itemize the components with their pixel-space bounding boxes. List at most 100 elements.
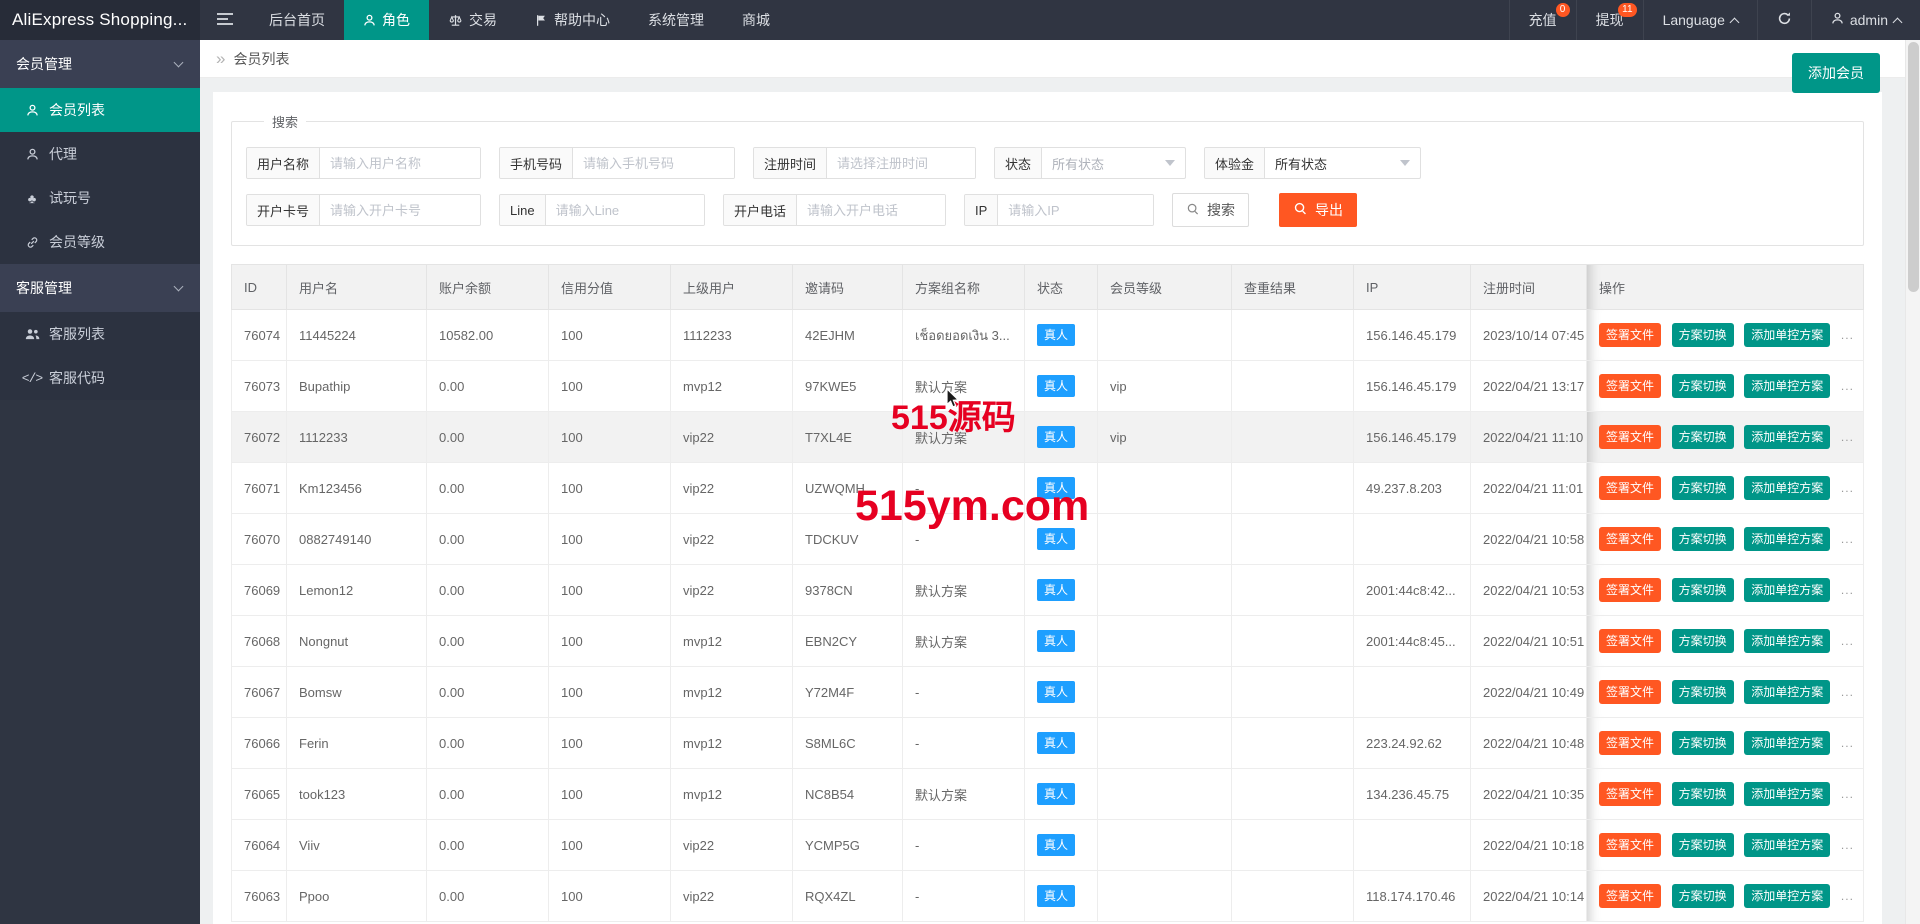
sign-file-button[interactable]: 签署文件	[1599, 680, 1661, 704]
recharge-label: 充值	[1529, 10, 1557, 30]
add-member-button[interactable]: 添加会员	[1792, 53, 1880, 93]
add-single-control-plan-button[interactable]: 添加单控方案	[1744, 833, 1830, 857]
sidebar-toggle-button[interactable]	[200, 0, 250, 40]
plan-switch-button[interactable]: 方案切换	[1672, 782, 1734, 806]
col-header-username: 用户名	[287, 265, 427, 310]
add-single-control-plan-button[interactable]: 添加单控方案	[1744, 629, 1830, 653]
plan-switch-button[interactable]: 方案切换	[1672, 629, 1734, 653]
nav-item-system[interactable]: 系统管理	[629, 0, 723, 40]
sign-file-button[interactable]: 签署文件	[1599, 629, 1661, 653]
sidebar-item-member-list[interactable]: 会员列表	[0, 88, 200, 132]
more-actions-button[interactable]: ...	[1841, 838, 1854, 852]
refresh-button[interactable]	[1757, 0, 1811, 40]
add-single-control-plan-button[interactable]: 添加单控方案	[1744, 884, 1830, 908]
nav-item-trade[interactable]: 交易	[429, 0, 516, 40]
account-phone-input[interactable]	[797, 195, 945, 225]
plan-switch-button[interactable]: 方案切换	[1672, 731, 1734, 755]
plan-switch-button[interactable]: 方案切换	[1672, 578, 1734, 602]
sign-file-button[interactable]: 签署文件	[1599, 578, 1661, 602]
sidebar-item-trial-account[interactable]: ♣ 试玩号	[0, 176, 200, 220]
sign-file-button[interactable]: 签署文件	[1599, 731, 1661, 755]
export-button[interactable]: 导出	[1279, 193, 1357, 227]
cell-invite-code: 97KWE5	[793, 361, 903, 412]
username-input[interactable]	[320, 148, 480, 178]
nav-item-help-center[interactable]: 帮助中心	[516, 0, 629, 40]
phone-input[interactable]	[573, 148, 734, 178]
sidebar-item-service-list[interactable]: 客服列表	[0, 312, 200, 356]
cell-dup-check	[1232, 310, 1354, 361]
add-single-control-plan-button[interactable]: 添加单控方案	[1744, 527, 1830, 551]
trial-money-select[interactable]: 所有状态	[1265, 148, 1420, 178]
plan-switch-button[interactable]: 方案切换	[1672, 680, 1734, 704]
plan-switch-button[interactable]: 方案切换	[1672, 425, 1734, 449]
plan-switch-button[interactable]: 方案切换	[1672, 833, 1734, 857]
more-actions-button[interactable]: ...	[1841, 481, 1854, 495]
cell-actions: 签署文件 方案切换 添加单控方案 ...	[1587, 361, 1864, 412]
admin-user-dropdown[interactable]: admin	[1811, 0, 1920, 40]
cell-ip: 2001:44c8:45...	[1354, 616, 1471, 667]
more-actions-button[interactable]: ...	[1841, 685, 1854, 699]
nav-item-roles[interactable]: 角色	[344, 0, 429, 40]
register-time-input[interactable]	[827, 148, 975, 178]
cell-balance: 0.00	[427, 718, 549, 769]
content-card: 搜索 用户名称 手机号码 注册时间 状态	[213, 92, 1882, 924]
sign-file-button[interactable]: 签署文件	[1599, 884, 1661, 908]
plan-switch-button[interactable]: 方案切换	[1672, 527, 1734, 551]
nav-item-mall[interactable]: 商城	[723, 0, 789, 40]
bank-card-input[interactable]	[320, 195, 480, 225]
sign-file-button[interactable]: 签署文件	[1599, 323, 1661, 347]
add-single-control-plan-button[interactable]: 添加单控方案	[1744, 374, 1830, 398]
add-single-control-plan-button[interactable]: 添加单控方案	[1744, 782, 1830, 806]
cell-dup-check	[1232, 616, 1354, 667]
language-label: Language	[1663, 12, 1725, 28]
more-actions-button[interactable]: ...	[1841, 889, 1854, 903]
more-actions-button[interactable]: ...	[1841, 379, 1854, 393]
cell-invite-code: NC8B54	[793, 769, 903, 820]
phone-field-group: 手机号码	[499, 147, 735, 179]
plan-switch-button[interactable]: 方案切换	[1672, 884, 1734, 908]
bank-card-field-group: 开户卡号	[246, 194, 481, 226]
plan-switch-button[interactable]: 方案切换	[1672, 374, 1734, 398]
more-actions-button[interactable]: ...	[1841, 532, 1854, 546]
sign-file-button[interactable]: 签署文件	[1599, 374, 1661, 398]
add-single-control-plan-button[interactable]: 添加单控方案	[1744, 680, 1830, 704]
col-header-invite-code: 邀请码	[793, 265, 903, 310]
more-actions-button[interactable]: ...	[1841, 634, 1854, 648]
group-label: 会员管理	[16, 54, 72, 74]
register-time-field-group: 注册时间	[753, 147, 976, 179]
more-actions-button[interactable]: ...	[1841, 736, 1854, 750]
add-single-control-plan-button[interactable]: 添加单控方案	[1744, 425, 1830, 449]
search-button[interactable]: 搜索	[1172, 193, 1249, 227]
sign-file-button[interactable]: 签署文件	[1599, 476, 1661, 500]
line-input[interactable]	[546, 195, 704, 225]
sign-file-button[interactable]: 签署文件	[1599, 425, 1661, 449]
sidebar-group-service-management[interactable]: 客服管理	[0, 264, 200, 312]
status-select[interactable]: 所有状态	[1042, 148, 1185, 178]
language-dropdown[interactable]: Language	[1643, 0, 1757, 40]
nav-item-dashboard[interactable]: 后台首页	[250, 0, 344, 40]
sidebar-item-agent[interactable]: 代理	[0, 132, 200, 176]
withdraw-button[interactable]: 提现 11	[1576, 0, 1643, 40]
sidebar-item-service-code[interactable]: </> 客服代码	[0, 356, 200, 400]
cell-status: 真人	[1025, 514, 1098, 565]
more-actions-button[interactable]: ...	[1841, 328, 1854, 342]
add-single-control-plan-button[interactable]: 添加单控方案	[1744, 731, 1830, 755]
add-single-control-plan-button[interactable]: 添加单控方案	[1744, 323, 1830, 347]
ip-input[interactable]	[998, 195, 1153, 225]
cell-plan-group: -	[903, 667, 1025, 718]
sign-file-button[interactable]: 签署文件	[1599, 527, 1661, 551]
plan-switch-button[interactable]: 方案切换	[1672, 323, 1734, 347]
add-single-control-plan-button[interactable]: 添加单控方案	[1744, 476, 1830, 500]
scrollbar-thumb[interactable]	[1908, 42, 1919, 292]
scrollbar[interactable]	[1905, 40, 1920, 924]
add-single-control-plan-button[interactable]: 添加单控方案	[1744, 578, 1830, 602]
recharge-button[interactable]: 充值 0	[1509, 0, 1576, 40]
more-actions-button[interactable]: ...	[1841, 787, 1854, 801]
sign-file-button[interactable]: 签署文件	[1599, 782, 1661, 806]
sign-file-button[interactable]: 签署文件	[1599, 833, 1661, 857]
more-actions-button[interactable]: ...	[1841, 430, 1854, 444]
more-actions-button[interactable]: ...	[1841, 583, 1854, 597]
sidebar-group-member-management[interactable]: 会员管理	[0, 40, 200, 88]
sidebar-item-member-level[interactable]: 会员等级	[0, 220, 200, 264]
plan-switch-button[interactable]: 方案切换	[1672, 476, 1734, 500]
